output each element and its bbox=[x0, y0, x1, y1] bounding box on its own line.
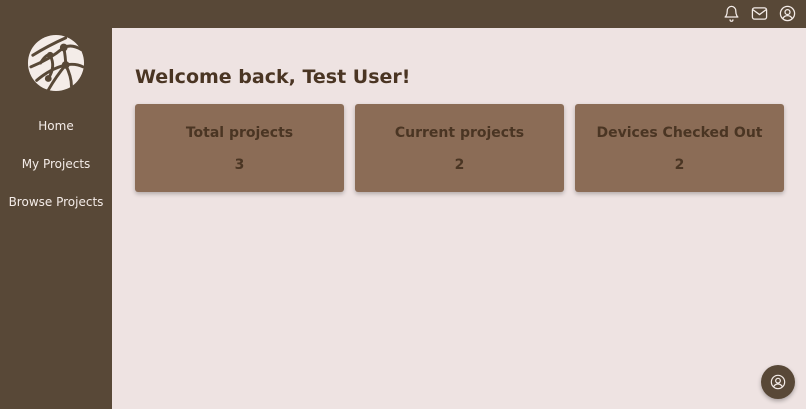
mail-icon[interactable] bbox=[751, 5, 768, 22]
stat-card-current-projects: Current projects 2 bbox=[355, 104, 564, 192]
card-value: 2 bbox=[674, 157, 685, 173]
network-globe-logo bbox=[27, 34, 85, 92]
user-circle-icon bbox=[770, 374, 786, 390]
sidebar-item-home[interactable]: Home bbox=[0, 119, 112, 133]
user-circle-icon[interactable] bbox=[779, 5, 796, 22]
stat-card-devices-checked-out: Devices Checked Out 2 bbox=[575, 104, 784, 192]
stat-card-total-projects: Total projects 3 bbox=[135, 104, 344, 192]
sidebar: Home My Projects Browse Projects bbox=[0, 28, 112, 409]
page-title: Welcome back, Test User! bbox=[135, 66, 411, 88]
main-content: Welcome back, Test User! Total projects … bbox=[112, 28, 806, 409]
card-value: 3 bbox=[234, 157, 245, 173]
top-bar-icons bbox=[723, 5, 796, 22]
sidebar-item-browse-projects[interactable]: Browse Projects bbox=[0, 195, 112, 209]
profile-fab-button[interactable] bbox=[761, 365, 795, 399]
card-title: Total projects bbox=[185, 125, 294, 141]
top-bar bbox=[0, 0, 806, 28]
sidebar-item-my-projects[interactable]: My Projects bbox=[0, 157, 112, 171]
card-title: Current projects bbox=[394, 125, 525, 141]
card-title: Devices Checked Out bbox=[596, 125, 763, 141]
card-value: 2 bbox=[454, 157, 465, 173]
bell-icon[interactable] bbox=[723, 5, 740, 22]
